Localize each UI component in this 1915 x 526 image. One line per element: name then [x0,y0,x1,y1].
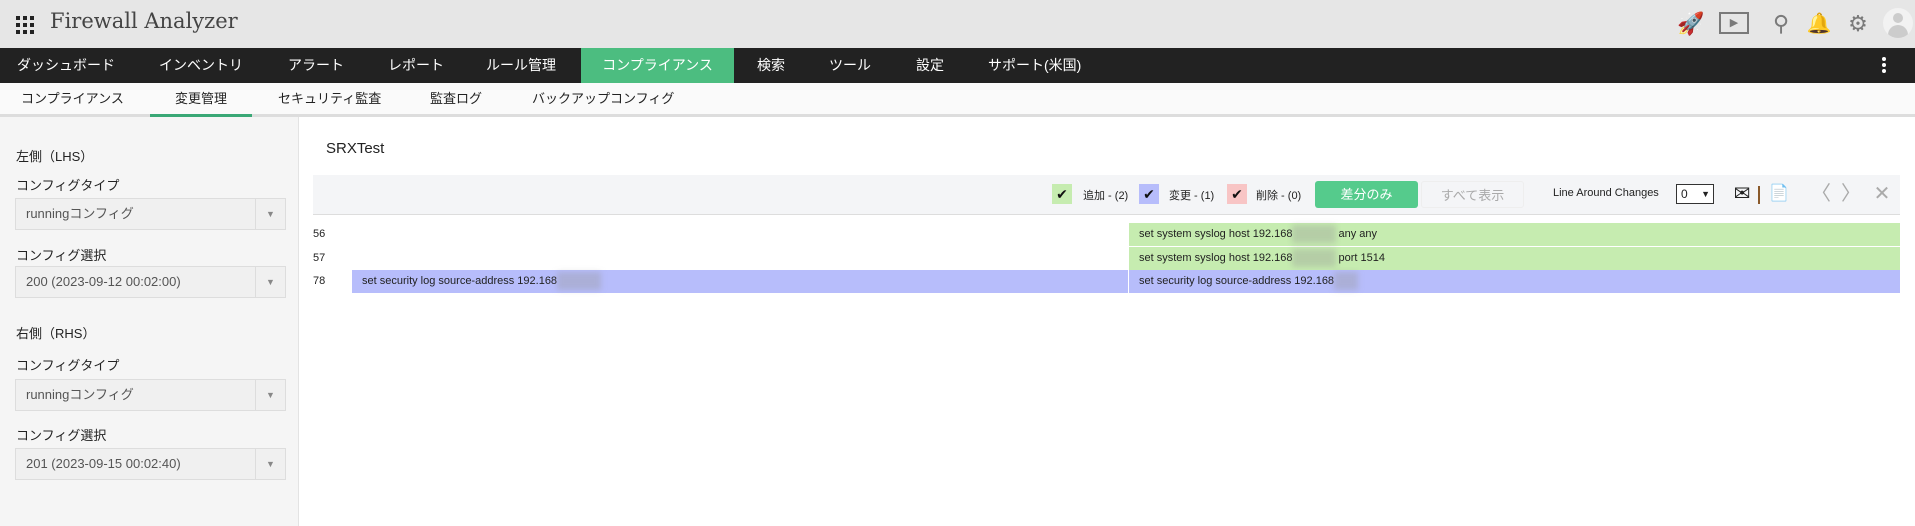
deleted-checkbox[interactable]: ✔ [1227,184,1247,204]
left-cell: set security log source-address 192.168 [352,270,1128,293]
selected-value: runningコンフィグ [26,387,134,402]
nav-reports[interactable]: レポート [371,48,461,83]
lhs-heading: 左側（LHS） [16,149,94,164]
redacted-block [1292,249,1337,268]
previous-change-icon[interactable]: 〈 [1808,181,1834,207]
nav-dashboard[interactable]: ダッシュボード [0,48,132,83]
subtab-backup-config[interactable]: バックアップコンフィグ [523,83,683,117]
presentation-icon[interactable]: ▶ [1719,12,1749,34]
lhs-config-select[interactable]: 200 (2023-09-12 00:02:00) ▼ [15,266,286,298]
nav-tools[interactable]: ツール [812,48,888,83]
bell-icon[interactable]: 🔔 [1805,10,1833,38]
selected-value: 0 [1681,187,1688,201]
nav-inventory[interactable]: インベントリ [142,48,260,83]
rhs-heading: 右側（RHS） [16,326,96,341]
diff-only-button[interactable]: 差分のみ [1315,181,1418,208]
chevron-down-icon: ▼ [255,449,285,479]
chevron-down-icon: ▼ [255,380,285,410]
line-text: port 1514 [1338,252,1385,264]
line-around-changes-label: Line Around Changes [1553,187,1659,199]
app-grid-icon[interactable] [16,16,34,34]
divider [1758,186,1760,204]
added-label: 追加 - (2) [1083,190,1129,202]
chevron-down-icon: ▼ [1701,189,1710,199]
sidebar: 左側（LHS） コンフィグタイプ runningコンフィグ ▼ コンフィグ選択 2… [0,117,299,526]
redacted-block [1334,272,1359,291]
line-text: set security log source-address 192.168 [1139,275,1335,287]
right-cell: set security log source-address 192.168 [1128,270,1900,293]
nav-support[interactable]: サポート(米国) [971,48,1098,83]
line-number: 78 [313,275,326,287]
device-title: SRXTest [326,140,385,157]
changed-checkbox[interactable]: ✔ [1139,184,1159,204]
main-nav: ダッシュボード インベントリ アラート レポート ルール管理 コンプライアンス … [0,48,1915,83]
line-text: set system syslog host 192.168 [1139,252,1293,264]
line-text: any any [1338,228,1377,240]
lhs-config-type-select[interactable]: runningコンフィグ ▼ [15,198,286,230]
gear-icon[interactable]: ⚙ [1844,10,1872,38]
left-cell [352,247,1128,270]
line-number: 57 [313,252,326,264]
lhs-config-select-label: コンフィグ選択 [16,248,107,263]
nav-search[interactable]: 検索 [740,48,802,83]
show-all-button[interactable]: すべて表示 [1421,181,1524,208]
chevron-down-icon: ▼ [255,267,285,297]
diff-row: 57 set system syslog host 192.168 port 15… [313,247,1900,270]
rhs-config-select[interactable]: 201 (2023-09-15 00:02:40) ▼ [15,448,286,480]
chevron-down-icon: ▼ [255,199,285,229]
diff-row: 56 set system syslog host 192.168 any any [313,223,1900,246]
rhs-config-type-select[interactable]: runningコンフィグ ▼ [15,379,286,411]
avatar[interactable] [1883,8,1913,38]
lhs-config-type-label: コンフィグタイプ [16,178,120,193]
nav-rule-management[interactable]: ルール管理 [469,48,573,83]
changed-label: 変更 - (1) [1169,190,1215,202]
right-cell: set system syslog host 192.168 any any [1128,223,1900,246]
redacted-block [1292,225,1337,244]
line-around-changes-select[interactable]: 0 ▼ [1676,184,1714,204]
rhs-config-type-label: コンフィグタイプ [16,358,120,373]
nav-compliance[interactable]: コンプライアンス [581,48,734,83]
line-number: 56 [313,228,326,240]
app-title: Firewall Analyzer [50,9,238,33]
deleted-label: 削除 - (0) [1256,190,1302,202]
search-icon[interactable]: ⚲ [1767,10,1795,38]
selected-value: 200 (2023-09-12 00:02:00) [26,274,181,289]
pdf-icon[interactable]: 📄 [1766,181,1792,207]
rhs-config-select-label: コンフィグ選択 [16,428,107,443]
mail-icon[interactable]: ✉ [1729,181,1755,207]
next-change-icon[interactable]: 〉 [1838,181,1864,207]
added-checkbox[interactable]: ✔ [1052,184,1072,204]
selected-value: runningコンフィグ [26,206,134,221]
subtab-security-audit[interactable]: セキュリティ監査 [269,83,390,117]
diff-row: 78 set security log source-address 192.1… [313,270,1900,293]
subtab-compliance[interactable]: コンプライアンス [12,83,133,117]
line-text: set system syslog host 192.168 [1139,228,1293,240]
nav-alerts[interactable]: アラート [271,48,361,83]
nav-settings[interactable]: 設定 [899,48,961,83]
line-text: set security log source-address 192.168 [362,275,558,287]
top-header: Firewall Analyzer 🚀 ▶ ⚲ 🔔 ⚙ [0,0,1915,48]
right-cell: set system syslog host 192.168 port 1514 [1128,247,1900,270]
close-icon[interactable]: ✕ [1869,181,1895,207]
selected-value: 201 (2023-09-15 00:02:40) [26,456,181,471]
rocket-icon[interactable]: 🚀 [1677,10,1705,38]
left-cell [352,223,1128,246]
redacted-block [557,272,602,291]
subtab-audit-log[interactable]: 監査ログ [421,83,491,117]
subtab-change-management[interactable]: 変更管理 [150,83,252,117]
more-menu-icon[interactable] [1882,57,1886,75]
sub-nav: コンプライアンス 変更管理 セキュリティ監査 監査ログ バックアップコンフィグ [0,83,1915,117]
